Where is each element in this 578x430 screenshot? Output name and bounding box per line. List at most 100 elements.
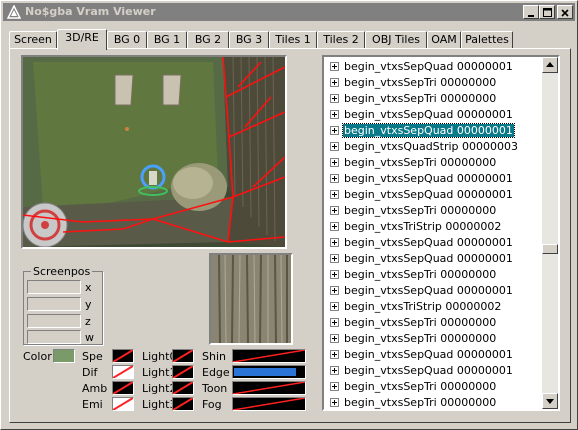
tab-obj-tiles[interactable]: OBJ Tiles <box>365 31 427 49</box>
tree-node[interactable]: begin_vtxsSepQuad 00000001 <box>324 283 544 299</box>
tree-node[interactable]: begin_vtxsSepQuad 00000001 <box>324 347 544 363</box>
scroll-up-button[interactable] <box>542 57 558 73</box>
tree-node[interactable]: begin_vtxsSepTri 00000000 <box>324 91 544 107</box>
expand-plus-icon[interactable] <box>330 190 339 199</box>
tree-node-label: begin_vtxsSepQuad 00000001 <box>344 284 513 297</box>
tree-node[interactable]: begin_vtxsTriStrip 00000002 <box>324 219 544 235</box>
expand-plus-icon[interactable] <box>330 254 339 263</box>
tree-node-label: begin_vtxsSepQuad 00000001 <box>344 348 513 361</box>
title-bar[interactable]: No$gba Vram Viewer <box>3 3 575 21</box>
emi-swatch <box>112 397 134 411</box>
tree-node-label: begin_vtxsQuadStrip 00000003 <box>344 140 519 153</box>
tree-node[interactable]: begin_vtxsSepTri 00000000 <box>324 331 544 347</box>
tree-node[interactable]: begin_vtxsSepTri 00000000 <box>324 395 544 409</box>
tree-node-label: begin_vtxsSepTri 00000000 <box>344 92 497 105</box>
amb-label: Amb <box>82 382 108 395</box>
expand-plus-icon[interactable] <box>330 398 339 407</box>
scene-render <box>23 57 285 247</box>
color-label: Color <box>23 350 52 363</box>
screenpos-z-field <box>27 314 81 328</box>
bar-fill <box>234 368 296 376</box>
tree-node[interactable]: begin_vtxsSepQuad 00000001 <box>324 187 544 203</box>
shin-bar <box>232 349 306 363</box>
spe-label: Spe <box>82 350 103 363</box>
color-swatch <box>53 349 75 363</box>
tree-node[interactable]: begin_vtxsSepQuad 00000001 <box>324 363 544 379</box>
expand-plus-icon[interactable] <box>330 126 339 135</box>
expand-plus-icon[interactable] <box>330 334 339 343</box>
screenpos-y-field <box>27 297 81 311</box>
spe-swatch <box>112 349 134 363</box>
tree-node[interactable]: begin_vtxsTriStrip 00000002 <box>324 299 544 315</box>
expand-plus-icon[interactable] <box>330 318 339 327</box>
tab-oam[interactable]: OAM <box>427 31 461 49</box>
close-button[interactable] <box>557 5 573 19</box>
tree-node[interactable]: begin_vtxsSepQuad 00000001 <box>324 123 544 139</box>
maximize-icon <box>542 8 552 17</box>
expand-plus-icon[interactable] <box>330 206 339 215</box>
tree-node[interactable]: begin_vtxsQuadStrip 00000003 <box>324 139 544 155</box>
minimize-button[interactable] <box>523 5 539 19</box>
tree-scrollbar[interactable] <box>542 57 558 409</box>
tree-node-label: begin_vtxsSepTri 00000000 <box>344 332 497 345</box>
tree-node[interactable]: begin_vtxsSepTri 00000000 <box>324 75 544 91</box>
tab-palettes[interactable]: Palettes <box>461 31 513 49</box>
expand-plus-icon[interactable] <box>330 78 339 87</box>
light2-swatch <box>172 381 194 395</box>
tree-node[interactable]: begin_vtxsSepQuad 00000001 <box>324 235 544 251</box>
tree-node-label: begin_vtxsSepQuad 00000001 <box>344 60 513 73</box>
expand-plus-icon[interactable] <box>330 302 339 311</box>
tree-node[interactable]: begin_vtxsSepTri 00000000 <box>324 379 544 395</box>
toon-bar <box>232 381 306 395</box>
tree-node-label: begin_vtxsSepQuad 00000001 <box>344 364 513 377</box>
tab-bg0[interactable]: BG 0 <box>107 31 147 49</box>
expand-plus-icon[interactable] <box>330 142 339 151</box>
fog-bar <box>232 397 306 411</box>
tree-node[interactable]: begin_vtxsSepQuad 00000001 <box>324 59 544 75</box>
scroll-down-button[interactable] <box>542 393 558 409</box>
tree-node[interactable]: begin_vtxsSepQuad 00000001 <box>324 251 544 267</box>
expand-plus-icon[interactable] <box>330 158 339 167</box>
maximize-button[interactable] <box>539 5 555 19</box>
command-tree[interactable]: begin_vtxsSepQuad 00000001 begin_vtxsSepT… <box>322 55 560 411</box>
3d-scene-view[interactable] <box>21 55 287 249</box>
tree-node[interactable]: begin_vtxsSepQuad 00000001 <box>324 107 544 123</box>
tab-tiles1[interactable]: Tiles 1 <box>269 31 317 49</box>
tree-node[interactable]: begin_vtxsSepTri 00000000 <box>324 155 544 171</box>
screenpos-y-label: y <box>85 298 92 311</box>
expand-plus-icon[interactable] <box>330 270 339 279</box>
expand-plus-icon[interactable] <box>330 286 339 295</box>
expand-plus-icon[interactable] <box>330 350 339 359</box>
tab-screen[interactable]: Screen <box>9 31 57 49</box>
light1-swatch <box>172 365 194 379</box>
tab-tiles2[interactable]: Tiles 2 <box>317 31 365 49</box>
tree-node[interactable]: begin_vtxsSepTri 00000000 <box>324 315 544 331</box>
screenpos-z-label: z <box>85 315 91 328</box>
tab-bg2[interactable]: BG 2 <box>187 31 229 49</box>
tree-node[interactable]: begin_vtxsSepTri 00000000 <box>324 203 544 219</box>
tab-bg1[interactable]: BG 1 <box>147 31 187 49</box>
tree-node[interactable]: begin_vtxsSepTri 00000000 <box>324 267 544 283</box>
scroll-thumb[interactable] <box>542 243 558 254</box>
expand-plus-icon[interactable] <box>330 382 339 391</box>
expand-plus-icon[interactable] <box>330 238 339 247</box>
tree-node[interactable]: begin_vtxsSepQuad 00000001 <box>324 171 544 187</box>
window-title: No$gba Vram Viewer <box>25 5 156 18</box>
command-list: begin_vtxsSepQuad 00000001 begin_vtxsSepT… <box>324 59 544 409</box>
tab-bg3[interactable]: BG 3 <box>229 31 269 49</box>
tree-node-label: begin_vtxsSepQuad 00000001 <box>344 236 513 249</box>
expand-plus-icon[interactable] <box>330 174 339 183</box>
vram-viewer-window: No$gba Vram Viewer Screen 3D/RE BG 0 BG … <box>0 0 578 430</box>
screenpos-w-field <box>27 330 81 344</box>
app-icon <box>7 5 21 19</box>
expand-plus-icon[interactable] <box>330 110 339 119</box>
tab-3d-re[interactable]: 3D/RE <box>57 29 107 50</box>
minimize-icon <box>528 15 534 17</box>
expand-plus-icon[interactable] <box>330 366 339 375</box>
tree-node-label: begin_vtxsSepQuad 00000001 <box>344 252 513 265</box>
expand-plus-icon[interactable] <box>330 62 339 71</box>
screenpos-w-label: w <box>85 331 94 344</box>
expand-plus-icon[interactable] <box>330 94 339 103</box>
texture-preview <box>209 253 293 345</box>
expand-plus-icon[interactable] <box>330 222 339 231</box>
